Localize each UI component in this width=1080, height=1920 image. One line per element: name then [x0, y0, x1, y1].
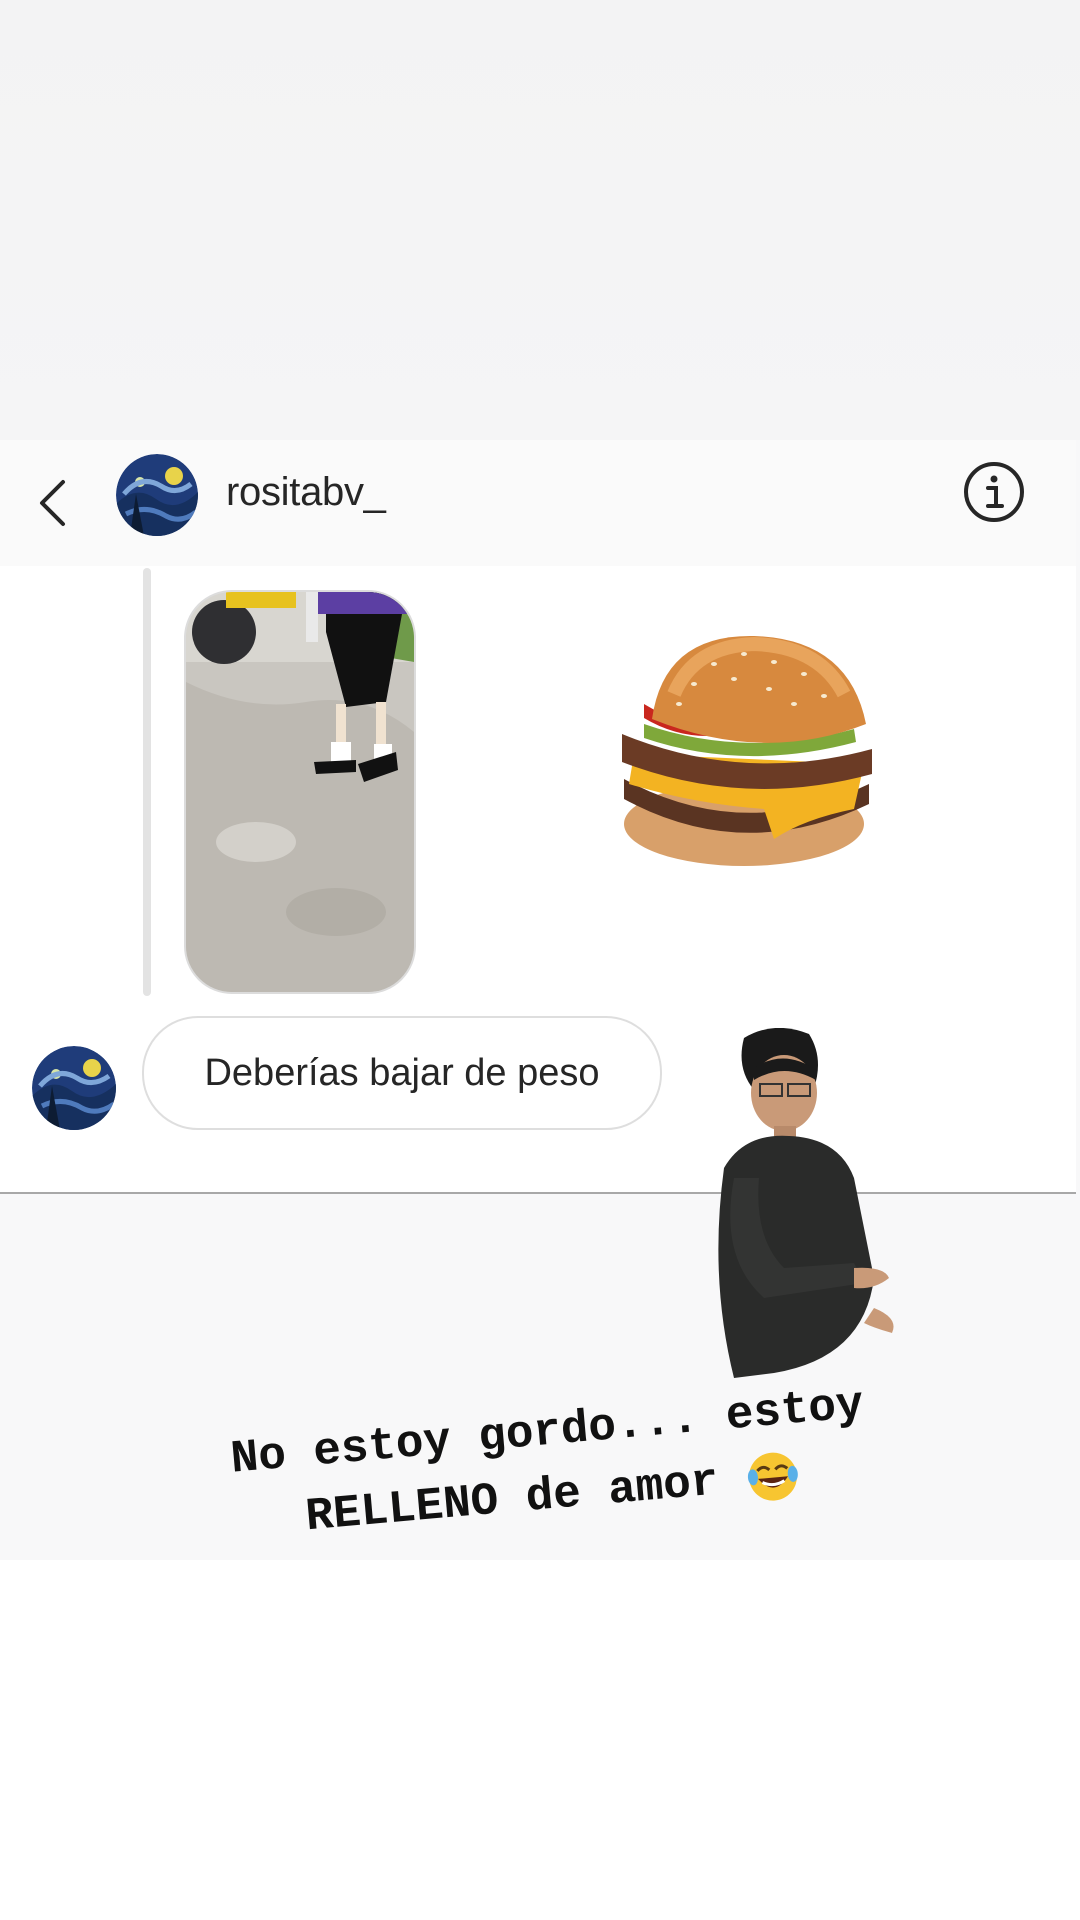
- starry-night-avatar-icon: [32, 1046, 116, 1130]
- story-background-top: [0, 0, 1080, 440]
- info-button[interactable]: [962, 460, 1026, 524]
- shared-photo-message[interactable]: [184, 590, 416, 994]
- cheeseburger-sticker: [622, 635, 872, 866]
- man-holding-belly-sticker: [718, 1027, 894, 1378]
- back-button[interactable]: [30, 468, 74, 538]
- person-sticker: [714, 1027, 934, 1382]
- starry-night-avatar-icon: [116, 454, 198, 536]
- username-label[interactable]: rositabv_: [226, 470, 386, 515]
- dm-header: rositabv_: [0, 440, 1076, 568]
- chevron-left-icon: [40, 480, 65, 526]
- profile-avatar[interactable]: [116, 454, 198, 536]
- basketball-player-photo: [186, 592, 414, 992]
- tears-of-joy-emoji-icon: [744, 1447, 803, 1506]
- sender-avatar[interactable]: [32, 1046, 116, 1130]
- burger-sticker-message[interactable]: [604, 634, 882, 878]
- info-circle-icon: [964, 462, 1024, 522]
- story-caption: No estoy gordo... estoy RELLENO de amor: [116, 1363, 984, 1565]
- story-background-bottom: [0, 1560, 1080, 1920]
- reply-indicator-bar: [143, 568, 151, 996]
- message-bubble[interactable]: Deberías bajar de peso: [142, 1016, 662, 1130]
